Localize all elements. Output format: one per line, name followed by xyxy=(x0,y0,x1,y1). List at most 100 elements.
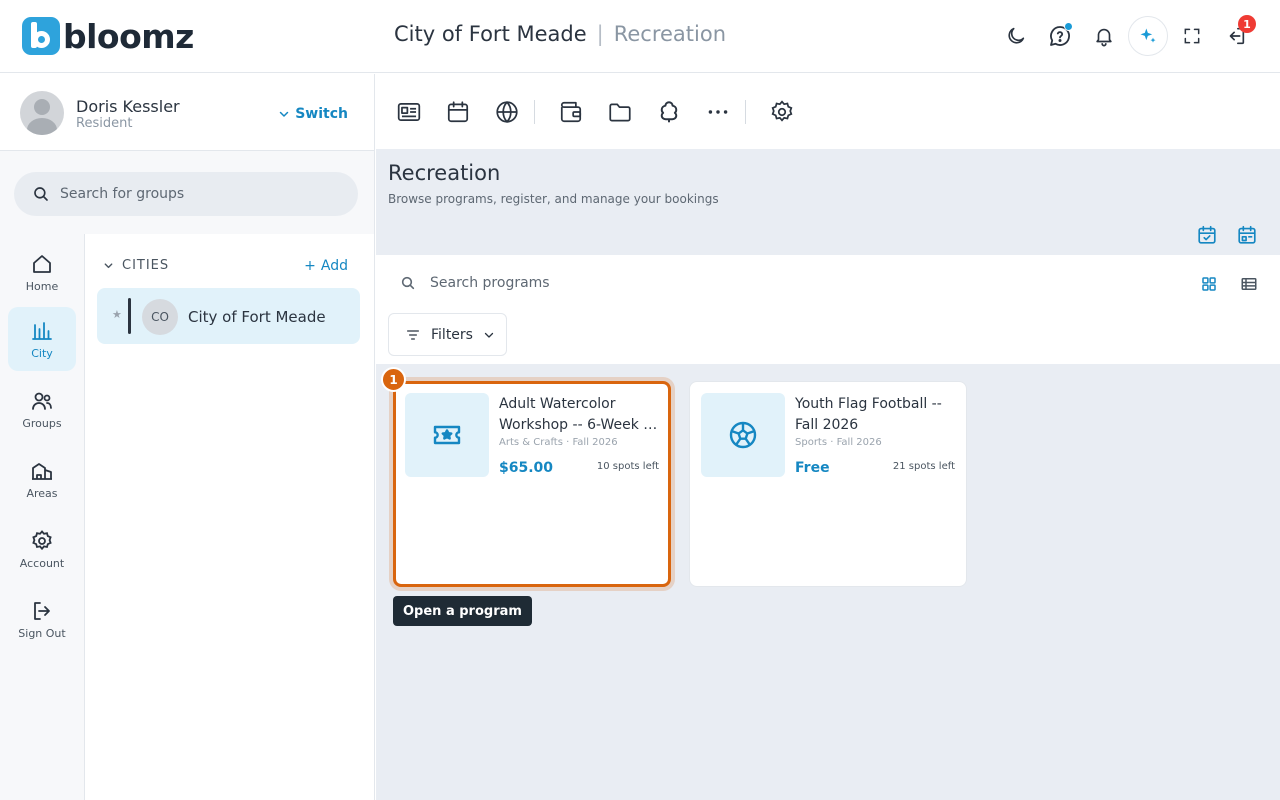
page-subtitle: Browse programs, register, and manage yo… xyxy=(388,192,719,206)
group-search-input[interactable]: Search for groups xyxy=(14,172,358,216)
chevron-down-icon xyxy=(279,111,289,117)
guide-tooltip: Open a program xyxy=(393,596,532,626)
add-city-button[interactable]: + Add xyxy=(304,258,348,274)
gear-icon xyxy=(32,529,52,550)
groups-pane: CITIES + Add ★ CO City of Fort Meade xyxy=(85,234,374,800)
dark-mode-button[interactable] xyxy=(996,16,1036,56)
header-separator: | xyxy=(596,22,604,46)
rail-item-account[interactable]: Account xyxy=(8,517,76,581)
rail-label: City xyxy=(31,346,53,360)
rail-item-home[interactable]: Home xyxy=(8,240,76,304)
rail-label: Areas xyxy=(26,486,58,500)
moon-icon xyxy=(1008,27,1025,44)
avatar[interactable] xyxy=(20,91,64,135)
cities-header-label: CITIES xyxy=(122,258,170,273)
program-meta: Sports · Fall 2026 xyxy=(795,437,882,448)
toolbar-divider xyxy=(745,99,746,124)
toolbar-settings[interactable] xyxy=(769,99,795,125)
program-thumbnail xyxy=(701,393,785,477)
nav-rail: Home City Groups Areas Account Sign Out xyxy=(0,234,85,800)
toolbar-divider xyxy=(534,99,535,124)
selected-indicator xyxy=(128,298,131,334)
chevron-down-icon xyxy=(104,263,113,269)
wallet-icon xyxy=(560,101,582,122)
toolbar-more[interactable] xyxy=(705,99,731,125)
program-thumbnail xyxy=(405,393,489,477)
toolbar-files[interactable] xyxy=(607,99,633,125)
help-button[interactable] xyxy=(1040,16,1080,56)
calendar-icon xyxy=(447,100,469,122)
top-actions: 1 xyxy=(996,15,1256,56)
cities-header[interactable]: CITIES xyxy=(103,258,169,273)
filters-button[interactable]: Filters xyxy=(388,313,507,356)
program-card[interactable]: Youth Flag Football -- Fall 2026 Sports … xyxy=(689,381,967,587)
main-content: Recreation Browse programs, register, an… xyxy=(376,74,1280,800)
program-spots: 21 spots left xyxy=(892,461,955,472)
toolbar-web[interactable] xyxy=(494,99,520,125)
notification-badge: 1 xyxy=(1238,15,1256,33)
grid-view-icon[interactable] xyxy=(1200,275,1218,293)
page-heading: City of Fort Meade | Recreation xyxy=(394,22,726,46)
program-search-placeholder: Search programs xyxy=(430,275,550,291)
help-dot xyxy=(1064,22,1073,31)
home-icon xyxy=(33,254,51,273)
list-view-icon[interactable] xyxy=(1240,275,1258,293)
toolbar-news[interactable] xyxy=(396,99,422,125)
calendar-check-icon[interactable] xyxy=(1196,224,1218,246)
top-bar: bloomz City of Fort Meade | Recreation 1 xyxy=(0,0,1280,73)
logo-mark-icon xyxy=(22,17,60,55)
page-title: Recreation xyxy=(388,161,501,185)
toolbar-calendar[interactable] xyxy=(445,99,471,125)
fullscreen-button[interactable] xyxy=(1172,16,1212,56)
switch-label: Switch xyxy=(295,106,348,122)
chevron-down-icon xyxy=(484,332,494,338)
program-title: Adult Watercolor Workshop -- 6-Week S... xyxy=(499,394,661,436)
city-chart-icon xyxy=(32,321,52,340)
header-section: Recreation xyxy=(613,22,727,46)
filters-label: Filters xyxy=(431,326,473,343)
logo-text: bloomz xyxy=(63,16,194,56)
city-avatar: CO xyxy=(142,299,178,335)
program-spots: 10 spots left xyxy=(596,461,659,472)
gear-icon xyxy=(771,99,793,122)
program-search-input[interactable]: Search programs xyxy=(400,275,550,291)
star-icon[interactable]: ★ xyxy=(112,308,122,321)
search-icon xyxy=(401,276,415,290)
exit-group-button[interactable]: 1 xyxy=(1216,15,1256,56)
program-title: Youth Flag Football -- Fall 2026 xyxy=(795,394,957,436)
rail-label: Account xyxy=(19,556,65,570)
program-title-line2: Workshop -- 6-Week S... xyxy=(499,417,661,433)
program-title-line1: Adult Watercolor xyxy=(499,396,616,412)
city-item-fort-meade[interactable]: ★ CO City of Fort Meade xyxy=(97,288,360,344)
ai-assistant-button[interactable] xyxy=(1128,16,1168,56)
fullscreen-icon xyxy=(1184,28,1200,44)
bookings-icon[interactable] xyxy=(1236,224,1258,246)
program-card[interactable]: Adult Watercolor Workshop -- 6-Week S...… xyxy=(393,381,671,587)
rail-label: Sign Out xyxy=(18,626,66,640)
rail-item-groups[interactable]: Groups xyxy=(8,377,76,441)
switch-button[interactable]: Switch xyxy=(278,106,348,122)
sign-out-icon xyxy=(34,601,50,620)
soccer-ball-icon xyxy=(729,421,757,449)
rail-item-city[interactable]: City xyxy=(8,307,76,371)
rail-item-areas[interactable]: Areas xyxy=(8,447,76,511)
step-badge: 1 xyxy=(381,367,406,392)
ticket-star-icon xyxy=(433,425,461,445)
toolbar-recreation[interactable] xyxy=(656,99,682,125)
tree-icon xyxy=(660,100,678,122)
rail-label: Groups xyxy=(22,416,62,430)
sparkle-icon xyxy=(1140,28,1156,43)
rail-item-sign-out[interactable]: Sign Out xyxy=(8,587,76,651)
header-org: City of Fort Meade xyxy=(394,22,587,46)
areas-icon xyxy=(32,462,52,480)
program-filter-bar: Search programs Filters xyxy=(376,255,1280,364)
city-name: City of Fort Meade xyxy=(188,308,326,326)
program-meta: Arts & Crafts · Fall 2026 xyxy=(499,437,618,448)
rail-label: Home xyxy=(25,279,59,293)
bloomz-logo[interactable]: bloomz xyxy=(22,16,194,56)
toolbar-wallet[interactable] xyxy=(558,99,584,125)
filter-lines-icon xyxy=(407,329,419,340)
program-title-line1: Youth Flag Football -- xyxy=(795,396,942,412)
notifications-button[interactable] xyxy=(1084,16,1124,56)
user-role: Resident xyxy=(76,116,133,131)
